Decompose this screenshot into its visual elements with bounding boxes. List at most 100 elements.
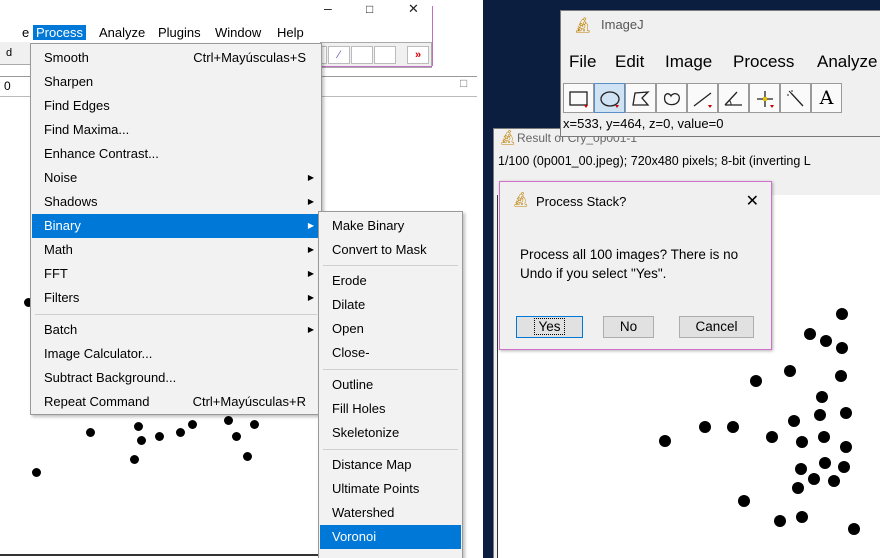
menu-item-noise[interactable]: Noise ▶: [32, 166, 320, 190]
menu-item-find-maxima[interactable]: Find Maxima...: [32, 118, 320, 142]
no-button[interactable]: No: [603, 316, 654, 338]
particle: [796, 436, 808, 448]
particle: [840, 407, 852, 419]
menu-item-distance-map[interactable]: Distance Map: [320, 453, 461, 477]
process-menu: Smooth Ctrl+Mayúsculas+S Sharpen Find Edg…: [30, 43, 322, 415]
menu-help[interactable]: Help: [277, 25, 304, 40]
menu-item-subtract-background[interactable]: Subtract Background...: [32, 366, 320, 390]
close-icon[interactable]: ✕: [746, 191, 759, 211]
menu-item-dilate[interactable]: Dilate: [320, 293, 461, 317]
particle: [808, 473, 820, 485]
menu-item-smooth[interactable]: Smooth Ctrl+Mayúsculas+S: [32, 46, 320, 70]
submenu-arrow-icon: ▶: [307, 293, 314, 302]
toolbar-fragment: [0, 42, 30, 65]
wand-tool-icon[interactable]: [780, 83, 811, 113]
window-border: [432, 6, 433, 66]
dropper-tool-icon[interactable]: ⁄: [328, 46, 350, 64]
menu-item-enhance-contrast[interactable]: Enhance Contrast...: [32, 142, 320, 166]
particle: [816, 391, 828, 403]
minimize-button[interactable]: –: [324, 0, 332, 16]
rectangle-tool-icon[interactable]: [563, 83, 594, 113]
menu-file[interactable]: File: [569, 52, 596, 72]
menu-item-find-edges[interactable]: Find Edges: [32, 94, 320, 118]
particle: [788, 415, 800, 427]
menu-item-math[interactable]: Math ▶: [32, 238, 320, 262]
menu-item-open[interactable]: Open: [320, 317, 461, 341]
imagej-window: 🔬︎ ImageJ File Edit Image Process Analyz…: [560, 10, 880, 137]
close-button[interactable]: ✕: [408, 1, 419, 17]
menu-item-voronoi[interactable]: Voronoi: [320, 525, 461, 549]
particle: [774, 515, 786, 527]
particle: [243, 452, 252, 461]
menu-item-binary[interactable]: Binary ▶: [32, 214, 320, 238]
point-tool-icon[interactable]: [749, 83, 780, 113]
dialog-message: Process all 100 images? There is no Undo…: [520, 247, 739, 281]
angle-tool-icon[interactable]: [718, 83, 749, 113]
particle: [155, 432, 164, 441]
more-tools-button[interactable]: »: [407, 46, 429, 64]
toolbar: ⁄ »: [320, 42, 432, 68]
particle: [819, 457, 831, 469]
particle: [818, 431, 830, 443]
menu-item-fft[interactable]: FFT ▶: [32, 262, 320, 286]
status-bar: x=533, y=464, z=0, value=0: [563, 116, 724, 131]
particle: [848, 523, 860, 535]
image-info-text: 1/100 (0p001_00.jpeg); 720x480 pixels; 8…: [498, 154, 811, 168]
menu-separator: [323, 265, 458, 266]
polygon-tool-icon[interactable]: [625, 83, 656, 113]
particle: [836, 308, 848, 320]
menu-item-shadows[interactable]: Shadows ▶: [32, 190, 320, 214]
line-tool-icon[interactable]: [687, 83, 718, 113]
menu-item-outline[interactable]: Outline: [320, 373, 461, 397]
menu-item-skeletonize[interactable]: Skeletonize: [320, 421, 461, 445]
left-screenshot: – □ ✕ e Process Analyze Plugins Window H…: [0, 0, 477, 558]
menu-analyze[interactable]: Analyze: [817, 52, 877, 72]
menu-item-make-binary[interactable]: Make Binary: [320, 214, 461, 238]
particle: [134, 422, 143, 431]
menu-item-close[interactable]: Close-: [320, 341, 461, 365]
freehand-tool-icon[interactable]: [656, 83, 687, 113]
menu-item-ultimate-points[interactable]: Ultimate Points: [320, 477, 461, 501]
particle: [795, 463, 807, 475]
menu-item-watershed[interactable]: Watershed: [320, 501, 461, 525]
text-tool-icon[interactable]: A: [811, 83, 842, 113]
cancel-button[interactable]: Cancel: [679, 316, 754, 338]
oval-tool-icon[interactable]: [594, 83, 625, 113]
menu-item-convert-to-mask[interactable]: Convert to Mask: [320, 238, 461, 262]
particle: [784, 365, 796, 377]
menu-edit-partial[interactable]: e: [22, 25, 29, 40]
menu-edit[interactable]: Edit: [615, 52, 644, 72]
particle: [232, 432, 241, 441]
menu-window[interactable]: Window: [215, 25, 261, 40]
particle: [738, 495, 750, 507]
menu-plugins[interactable]: Plugins: [158, 25, 201, 40]
particle: [86, 428, 95, 437]
menu-item-filters[interactable]: Filters ▶: [32, 286, 320, 310]
microscope-icon: 🔬︎: [573, 17, 593, 34]
submenu-arrow-icon: ▶: [307, 269, 314, 278]
maximize-button[interactable]: □: [366, 2, 373, 16]
dialog-title: Process Stack?: [536, 194, 627, 209]
menu-item-repeat-command[interactable]: Repeat Command Ctrl+Mayúsculas+R: [32, 390, 320, 414]
menu-image[interactable]: Image: [665, 52, 712, 72]
image-border: [0, 554, 320, 556]
edge-label: d: [6, 47, 13, 59]
submenu-arrow-icon: ▶: [307, 325, 314, 334]
menu-item-batch[interactable]: Batch ▶: [32, 318, 320, 342]
menu-item-fill-holes[interactable]: Fill Holes: [320, 397, 461, 421]
menu-process[interactable]: Process: [733, 52, 794, 72]
particle: [250, 420, 259, 429]
process-stack-dialog: 🔬︎ Process Stack? ✕ Process all 100 imag…: [499, 181, 772, 350]
menu-process[interactable]: Process: [33, 25, 86, 40]
menu-item-erode[interactable]: Erode: [320, 269, 461, 293]
tool-button[interactable]: [351, 46, 373, 64]
particle: [766, 431, 778, 443]
window-titlebar: [0, 0, 477, 26]
tool-button[interactable]: [374, 46, 396, 64]
menu-item-sharpen[interactable]: Sharpen: [32, 70, 320, 94]
menu-analyze[interactable]: Analyze: [99, 25, 145, 40]
particle: [176, 428, 185, 437]
menu-item-image-calculator[interactable]: Image Calculator...: [32, 342, 320, 366]
yes-button[interactable]: Yes: [516, 316, 583, 338]
yes-button-label: Yes: [534, 318, 565, 335]
